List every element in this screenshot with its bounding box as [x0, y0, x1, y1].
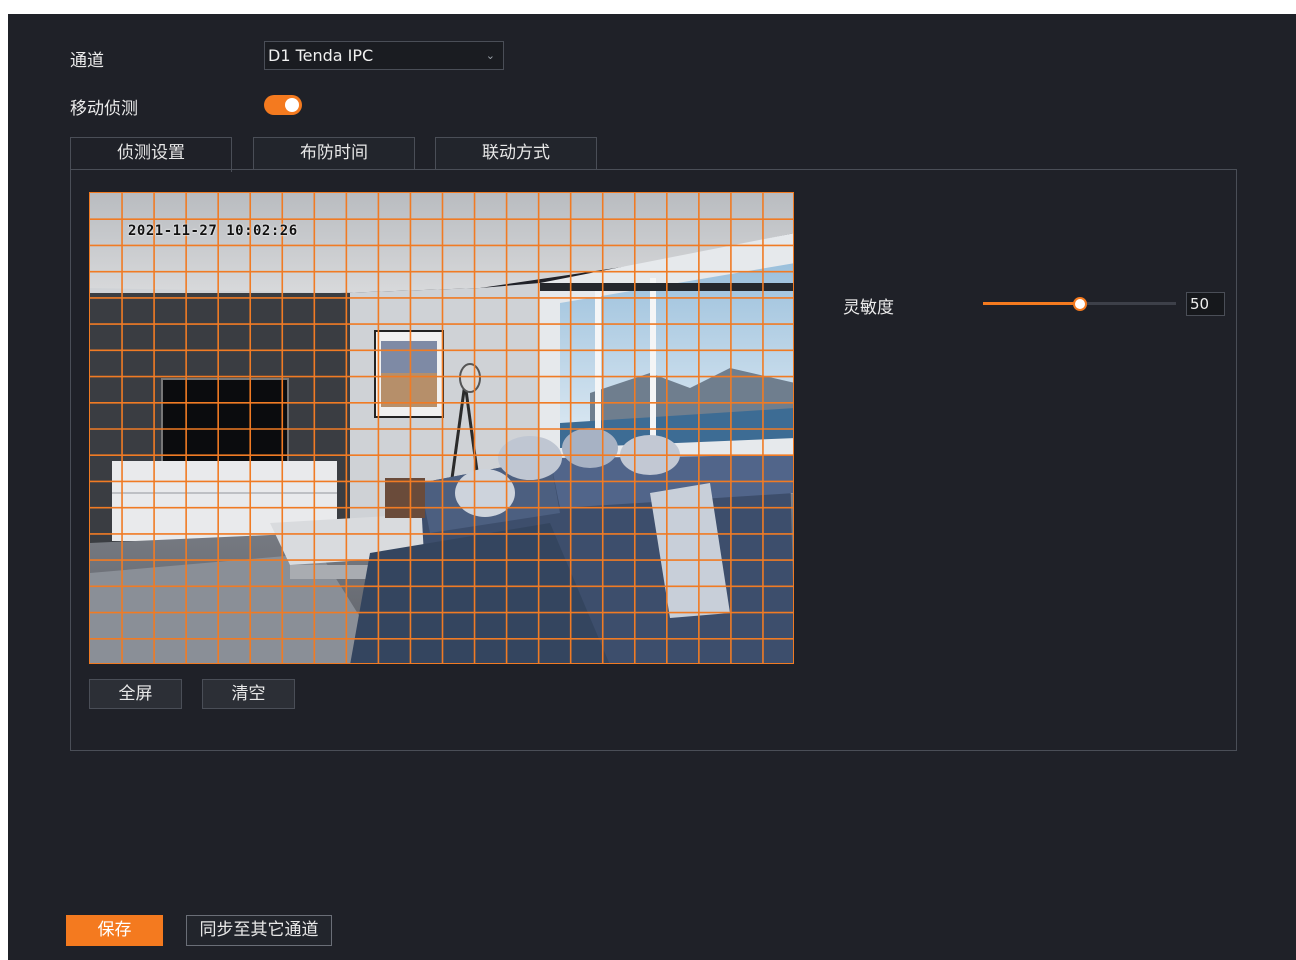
motion-detection-toggle[interactable] — [264, 95, 302, 115]
toggle-knob — [285, 98, 299, 112]
channel-label: 通道 — [70, 51, 104, 71]
video-timestamp: 2021-11-27 10:02:26 — [128, 223, 298, 239]
channel-select[interactable]: D1 Tenda IPC ⌄ — [264, 41, 504, 70]
sync-to-other-channels-button[interactable]: 同步至其它通道 — [186, 915, 332, 946]
sensitivity-value-input[interactable]: 50 — [1186, 292, 1225, 316]
motion-grid-overlay[interactable] — [90, 193, 794, 664]
tab-linkage[interactable]: 联动方式 — [435, 137, 597, 170]
clear-button[interactable]: 清空 — [202, 679, 295, 709]
tab-arming-schedule[interactable]: 布防时间 — [253, 137, 415, 170]
channel-select-value: D1 Tenda IPC — [268, 46, 374, 65]
tab-label: 侦测设置 — [117, 143, 185, 163]
motion-detection-label: 移动侦测 — [70, 99, 138, 119]
tab-detection-settings[interactable]: 侦测设置 — [70, 137, 232, 172]
save-button[interactable]: 保存 — [66, 915, 163, 946]
sensitivity-label: 灵敏度 — [843, 298, 894, 318]
camera-preview[interactable]: 2021-11-27 10:02:26 — [89, 192, 794, 664]
tab-label: 联动方式 — [482, 143, 550, 163]
chevron-down-icon: ⌄ — [485, 49, 495, 62]
sensitivity-slider-handle[interactable] — [1072, 297, 1087, 311]
tab-label: 布防时间 — [300, 143, 368, 163]
fullscreen-button[interactable]: 全屏 — [89, 679, 182, 709]
sensitivity-slider[interactable] — [983, 297, 1176, 311]
sensitivity-slider-fill — [983, 302, 1080, 305]
